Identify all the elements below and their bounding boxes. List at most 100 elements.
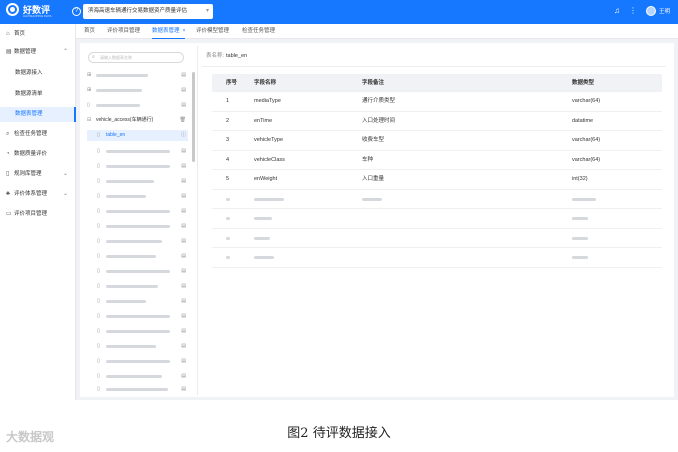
project-select[interactable]: 滨海高速车辆通行交易数据资产质量评估 ▾	[83, 4, 213, 19]
chevron-down-icon: ⌄	[62, 171, 68, 177]
table-name-line: 表名称: table_en	[206, 51, 247, 59]
sidebar-item-label: 检查任务管理	[14, 131, 48, 137]
table-row[interactable]: 4 vehicleClass 车种 varchar(64)	[212, 151, 662, 170]
tree-node[interactable]: ▯ ▤	[87, 146, 188, 157]
table-row-redacted[interactable]	[212, 248, 662, 268]
settings-icon[interactable]: ⋮	[629, 6, 637, 16]
table-row-redacted[interactable]	[212, 209, 662, 229]
gauge-icon: ◔	[6, 151, 10, 157]
table-row-redacted[interactable]	[212, 190, 662, 209]
tree-node[interactable]: ▯ ▤	[87, 384, 188, 395]
redacted-node-label	[106, 225, 170, 228]
tree-node[interactable]: ⊞ ▤	[87, 70, 188, 81]
redacted-node-label	[106, 375, 162, 378]
redacted-cell	[254, 256, 274, 259]
redacted-node-label	[96, 89, 142, 92]
tab-evaluation-models[interactable]: 评价模型管理	[196, 24, 229, 39]
tab-check-tasks[interactable]: 检查任务管理	[242, 24, 275, 39]
table-icon: ▤	[181, 163, 186, 169]
tree-node[interactable]: ▯ ▤	[87, 311, 188, 322]
table-row[interactable]: 1 mediaType 通行介质类型 varchar(64)	[212, 92, 662, 112]
sidebar-item-data-source-access[interactable]: 数据源接入	[0, 66, 76, 81]
collapse-icon[interactable]: ⊟	[87, 115, 91, 126]
sidebar-item-data-source-list[interactable]: 数据源清单	[0, 87, 76, 102]
help-icon[interactable]: ?	[72, 7, 81, 16]
sidebar-item-label: 数据表管理	[15, 111, 43, 117]
table-icon: ▤	[181, 87, 186, 93]
sidebar-item-check-tasks[interactable]: ⌕ 检查任务管理	[0, 127, 76, 142]
table-row[interactable]: 5 enWeight 入口重量 int(32)	[212, 170, 662, 190]
file-icon: ▯	[97, 238, 100, 244]
tab-evaluation-projects[interactable]: 评价项目管理	[107, 24, 140, 39]
sidebar-item-label: 数据管理	[14, 49, 37, 55]
sidebar-item-evaluation-projects[interactable]: ▭ 评价项目管理	[0, 207, 76, 222]
table-icon: ▤	[181, 72, 186, 78]
bell-icon[interactable]: ♫	[614, 6, 620, 16]
tree-node[interactable]: ▯ ▤	[87, 266, 188, 277]
sidebar-item-data-management[interactable]: ▤ 数据管理 ⌃	[0, 45, 76, 60]
tree-node[interactable]: ▯ ▤	[87, 356, 188, 367]
redacted-cell	[572, 197, 596, 201]
tree-node-vehicle-access[interactable]: ⊟ vehicle_access(车辆通行) 🗑	[87, 115, 188, 126]
tree-node[interactable]: ▯ ▤	[87, 236, 188, 247]
expand-icon[interactable]: ⊞	[87, 85, 91, 96]
tree-node[interactable]: ▯ ▤	[87, 281, 188, 292]
table-icon: ▤	[181, 178, 186, 184]
tab-table-management[interactable]: 数据表管理 ×	[152, 24, 186, 39]
tab-home[interactable]: 首页	[84, 24, 95, 39]
tree-node[interactable]: ▯ ▤	[87, 206, 188, 217]
database-icon: ▤	[6, 49, 12, 55]
cell-field-remark: 车种	[362, 156, 374, 163]
table-row[interactable]: 2 enTime 入口处理时间 datatime	[212, 112, 662, 131]
tree-node[interactable]: ▯ ▤	[87, 371, 188, 382]
tree-node[interactable]: ▯ ▤	[87, 176, 188, 187]
tree-node[interactable]: ▯ ▤	[87, 161, 188, 172]
sidebar-item-evaluation-system[interactable]: ♣ 评价体系管理 ⌄	[0, 187, 76, 202]
table-icon: ▤	[181, 193, 186, 199]
cell-field-name: mediaType	[254, 98, 281, 104]
table-search-input[interactable]: ⌕ 请输入数据表名称	[88, 52, 184, 63]
tree-node[interactable]: ▯ ▤	[87, 341, 188, 352]
table-name-label: 表名称:	[206, 53, 225, 59]
tree-scrollbar[interactable]	[192, 72, 195, 162]
redacted-node-label	[106, 255, 156, 258]
username[interactable]: 王明	[659, 7, 670, 15]
table-icon: ▤	[181, 238, 186, 244]
table-row-redacted[interactable]	[212, 229, 662, 248]
expand-icon[interactable]: ⊞	[87, 70, 91, 81]
tree-node-label: table_en	[106, 132, 126, 138]
sidebar-item-table-management[interactable]: 数据表管理	[0, 107, 76, 122]
sidebar-item-quality-evaluation[interactable]: ◔ 数据质量评价	[0, 147, 76, 162]
top-header: 好数评 HAOSHUPING DATA ? 滨海高速车辆通行交易数据资产质量评估…	[0, 0, 678, 24]
tree-node[interactable]: ▯ ▤	[87, 296, 188, 307]
sidebar-item-label: 数据源清单	[15, 91, 43, 97]
tree-node-table-en[interactable]: ▯ table_en ⓘ	[87, 130, 188, 141]
sidebar-item-label: 评价项目管理	[14, 211, 48, 217]
sidebar-item-label: 评价体系管理	[14, 191, 48, 197]
redacted-cell	[362, 197, 382, 201]
cell-no: 5	[226, 176, 230, 182]
redacted-node-label	[106, 240, 162, 243]
sidebar-item-rule-library[interactable]: ▯ 规则库管理 ⌄	[0, 167, 76, 182]
tree-node[interactable]: ▯ ▤	[87, 191, 188, 202]
table-name-value: table_en	[226, 53, 248, 59]
info-icon[interactable]: ⓘ	[181, 130, 186, 141]
table-icon: ▤	[181, 386, 186, 392]
cell-field-name: enTime	[254, 117, 273, 124]
redacted-node-label	[106, 180, 154, 183]
table-row[interactable]: 3 vehicleType 收费车型 varchar(64)	[212, 131, 662, 151]
logo-text: 好数评	[23, 4, 51, 15]
redacted-node-label	[106, 360, 170, 363]
tree-node[interactable]: ▯ ▤	[87, 221, 188, 232]
cell-field-remark: 入口处理时间	[362, 117, 396, 124]
file-icon: ▯	[97, 268, 100, 274]
tree-node[interactable]: ⊞ ▤	[87, 85, 188, 96]
avatar[interactable]	[645, 6, 656, 16]
trash-icon[interactable]: 🗑	[180, 115, 186, 126]
sidebar-item-home[interactable]: ⌂ 首页	[0, 27, 76, 42]
tree-node[interactable]: ▯ ▤	[87, 100, 188, 111]
tree-node[interactable]: ▯ ▤	[87, 326, 188, 337]
folder-icon: ▭	[6, 211, 12, 217]
close-icon[interactable]: ×	[183, 28, 186, 34]
tree-node[interactable]: ▯ ▤	[87, 251, 188, 262]
